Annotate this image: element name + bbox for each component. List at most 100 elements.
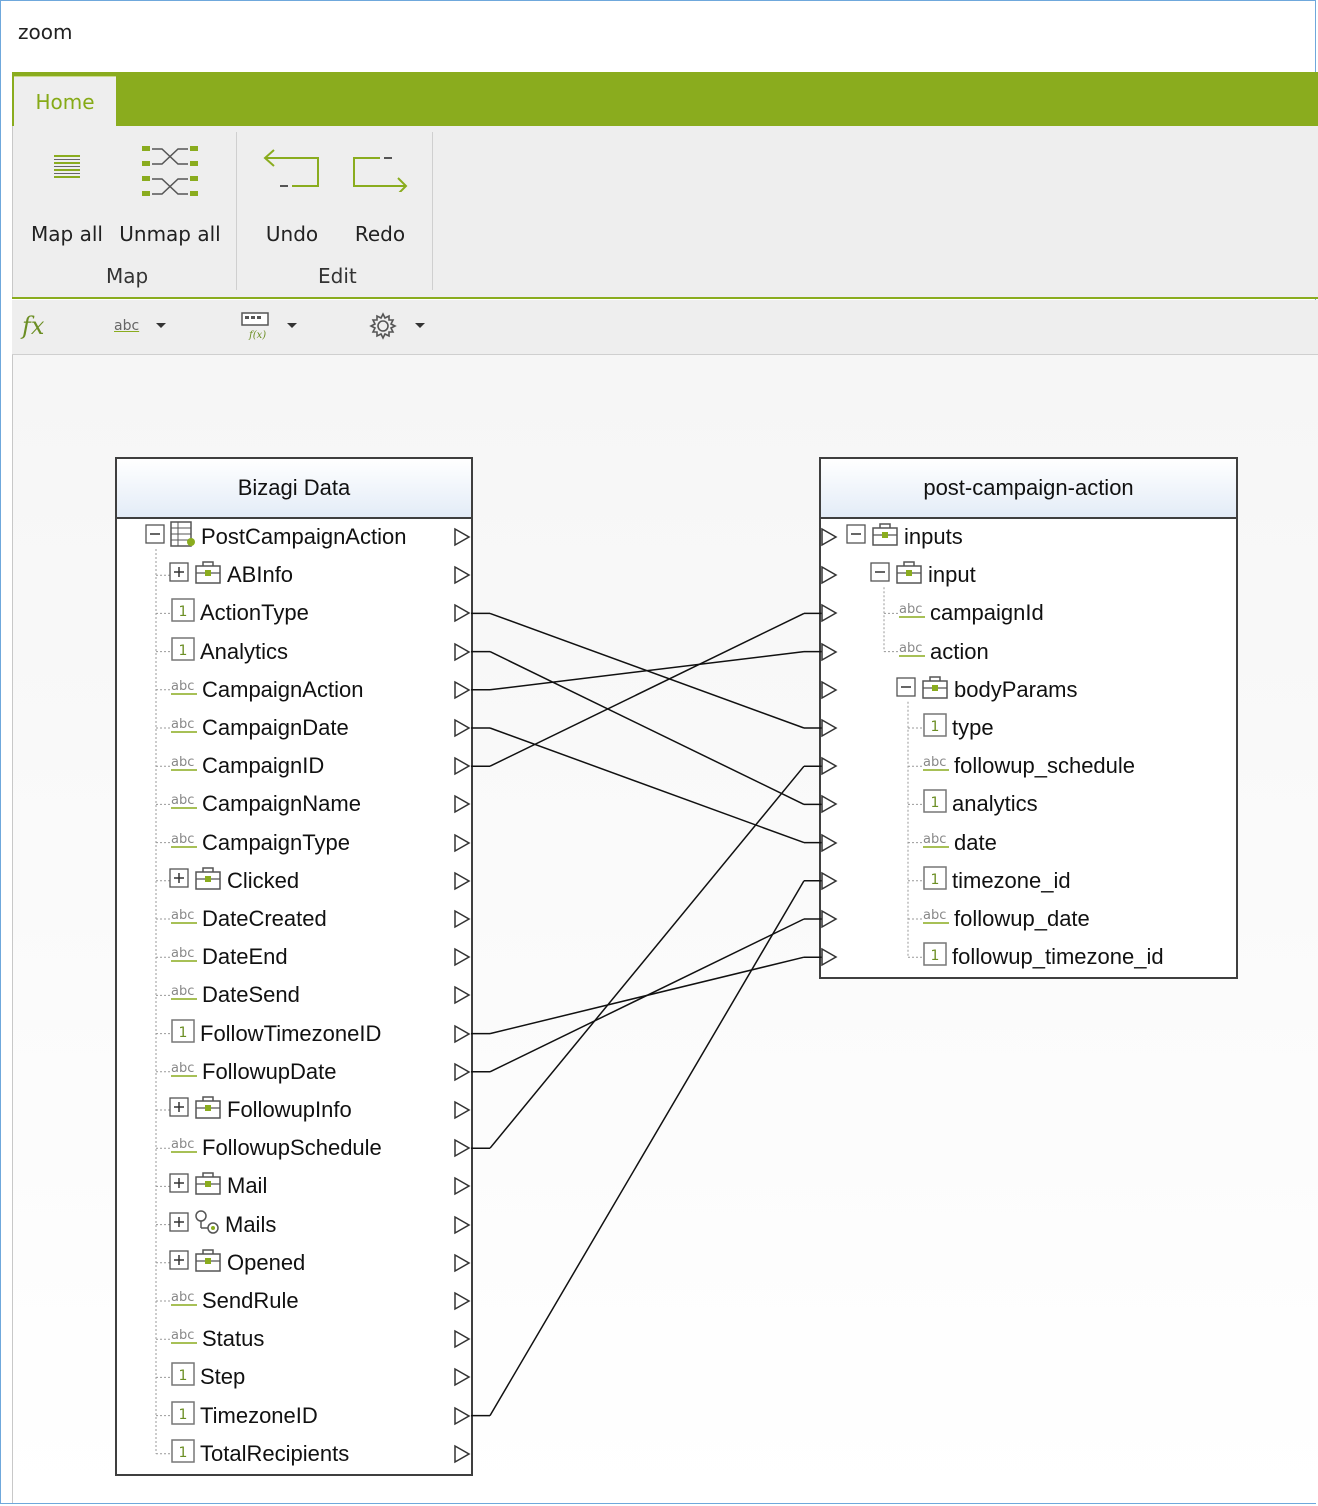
map-all-button[interactable]: Map all [26,130,108,260]
target-port-input[interactable] [820,565,838,589]
tree-node-bodyparams[interactable]: bodyParams [896,671,1078,709]
tree-node-input[interactable]: input [870,556,976,594]
source-port-clicked[interactable] [453,871,471,895]
tree-node-followupdate[interactable]: abc FollowupDate [170,1053,337,1091]
tree-node-followup-schedule[interactable]: abc followup_schedule [922,747,1135,785]
tree-node-analytics[interactable]: 1 Analytics [170,633,288,671]
target-port-timezone-id[interactable] [820,871,838,895]
source-port-mail[interactable] [453,1176,471,1200]
unmap-all-button[interactable]: Unmap all [116,130,224,260]
source-port-step[interactable] [453,1367,471,1391]
expand-icon[interactable] [169,1097,189,1123]
node-label: followup_timezone_id [952,944,1164,970]
tree-node-totalrecipients[interactable]: 1 TotalRecipients [170,1435,349,1473]
source-port-mails[interactable] [453,1215,471,1239]
source-port-campaignname[interactable] [453,794,471,818]
target-port-action[interactable] [820,642,838,666]
tree-node-followtimezoneid[interactable]: 1 FollowTimezoneID [170,1015,381,1053]
target-port-type[interactable] [820,718,838,742]
tree-node-timezone-id[interactable]: 1 timezone_id [922,862,1071,900]
tree-node-sendrule[interactable]: abc SendRule [170,1282,299,1320]
number-type-icon: 1 [922,941,948,973]
target-port-followup-schedule[interactable] [820,756,838,780]
node-label: DateEnd [202,944,288,970]
source-port-totalrecipients[interactable] [453,1444,471,1468]
tree-node-campaignid[interactable]: abc campaignId [898,594,1044,632]
source-port-campaigntype[interactable] [453,833,471,857]
source-port-campaignaction[interactable] [453,680,471,704]
tree-node-followup-date[interactable]: abc followup_date [922,900,1090,938]
tree-node-followupschedule[interactable]: abc FollowupSchedule [170,1129,382,1167]
source-port-followupdate[interactable] [453,1062,471,1086]
tree-node-datesend[interactable]: abc DateSend [170,976,300,1014]
node-label: CampaignAction [202,676,364,702]
source-port-timezoneid[interactable] [453,1406,471,1430]
source-port-opened[interactable] [453,1253,471,1277]
tree-node-inputs[interactable]: inputs [846,518,963,556]
tree-node-actiontype[interactable]: 1 ActionType [170,594,309,632]
tree-node-campaignid[interactable]: abc CampaignID [170,747,324,785]
undo-button[interactable]: Undo [252,130,332,260]
tree-node-abinfo[interactable]: ABInfo [169,556,293,594]
number-type-icon: 1 [170,636,196,668]
target-port-followup-date[interactable] [820,909,838,933]
type-dropdown[interactable]: abc [114,310,167,342]
tree-node-campaigndate[interactable]: abc CampaignDate [170,709,349,747]
tree-node-followupinfo[interactable]: FollowupInfo [169,1091,352,1129]
tree-node-timezoneid[interactable]: 1 TimezoneID [170,1397,318,1435]
tree-node-analytics[interactable]: 1 analytics [922,785,1038,823]
tree-node-campaignname[interactable]: abc CampaignName [170,785,361,823]
source-port-followupschedule[interactable] [453,1138,471,1162]
collapse-icon[interactable] [145,524,165,550]
expand-icon[interactable] [169,562,189,588]
source-port-followupinfo[interactable] [453,1100,471,1124]
source-port-postcampaignaction[interactable] [453,527,471,551]
source-port-followtimezoneid[interactable] [453,1024,471,1048]
tree-node-type[interactable]: 1 type [922,709,994,747]
expand-icon[interactable] [169,868,189,894]
tree-node-followup-timezone-id[interactable]: 1 followup_timezone_id [922,938,1164,976]
expand-icon[interactable] [169,1211,189,1238]
node-label: FollowupDate [202,1058,337,1084]
fx-button[interactable]: fx [22,310,44,342]
source-port-datecreated[interactable] [453,909,471,933]
tree-node-mail[interactable]: Mail [169,1167,267,1205]
source-port-actiontype[interactable] [453,603,471,627]
source-port-sendrule[interactable] [453,1291,471,1315]
tree-node-campaigntype[interactable]: abc CampaignType [170,824,350,862]
source-port-abinfo[interactable] [453,565,471,589]
tree-node-datecreated[interactable]: abc DateCreated [170,900,327,938]
collapse-icon[interactable] [846,524,866,550]
tree-node-action[interactable]: abc action [898,633,989,671]
source-port-campaigndate[interactable] [453,718,471,742]
tree-node-postcampaignaction[interactable]: PostCampaignAction [145,518,406,556]
tree-node-dateend[interactable]: abc DateEnd [170,938,288,976]
tree-node-clicked[interactable]: Clicked [169,862,299,900]
expand-icon[interactable] [169,1250,189,1276]
target-port-date[interactable] [820,833,838,857]
tree-node-date[interactable]: abc date [922,824,997,862]
tree-node-opened[interactable]: Opened [169,1244,305,1282]
tree-node-status[interactable]: abc Status [170,1320,264,1358]
tree-node-campaignaction[interactable]: abc CampaignAction [170,671,363,709]
svg-text:1: 1 [179,1025,188,1041]
target-port-followup-timezone-id[interactable] [820,947,838,971]
collapse-icon[interactable] [870,562,890,588]
target-port-analytics[interactable] [820,794,838,818]
tab-home[interactable]: Home [14,76,116,127]
redo-button[interactable]: Redo [340,130,420,260]
settings-dropdown[interactable] [368,310,426,342]
tree-node-step[interactable]: 1 Step [170,1358,245,1396]
collapse-icon[interactable] [896,677,916,703]
expand-icon[interactable] [169,1173,189,1199]
target-port-campaignid[interactable] [820,603,838,627]
tree-node-mails[interactable]: Mails [169,1206,276,1244]
target-port-bodyparams[interactable] [820,680,838,704]
source-port-datesend[interactable] [453,985,471,1009]
formula-dropdown[interactable]: f(x) [240,310,298,342]
source-port-status[interactable] [453,1329,471,1353]
source-port-analytics[interactable] [453,642,471,666]
source-port-campaignid[interactable] [453,756,471,780]
target-port-inputs[interactable] [820,527,838,551]
source-port-dateend[interactable] [453,947,471,971]
